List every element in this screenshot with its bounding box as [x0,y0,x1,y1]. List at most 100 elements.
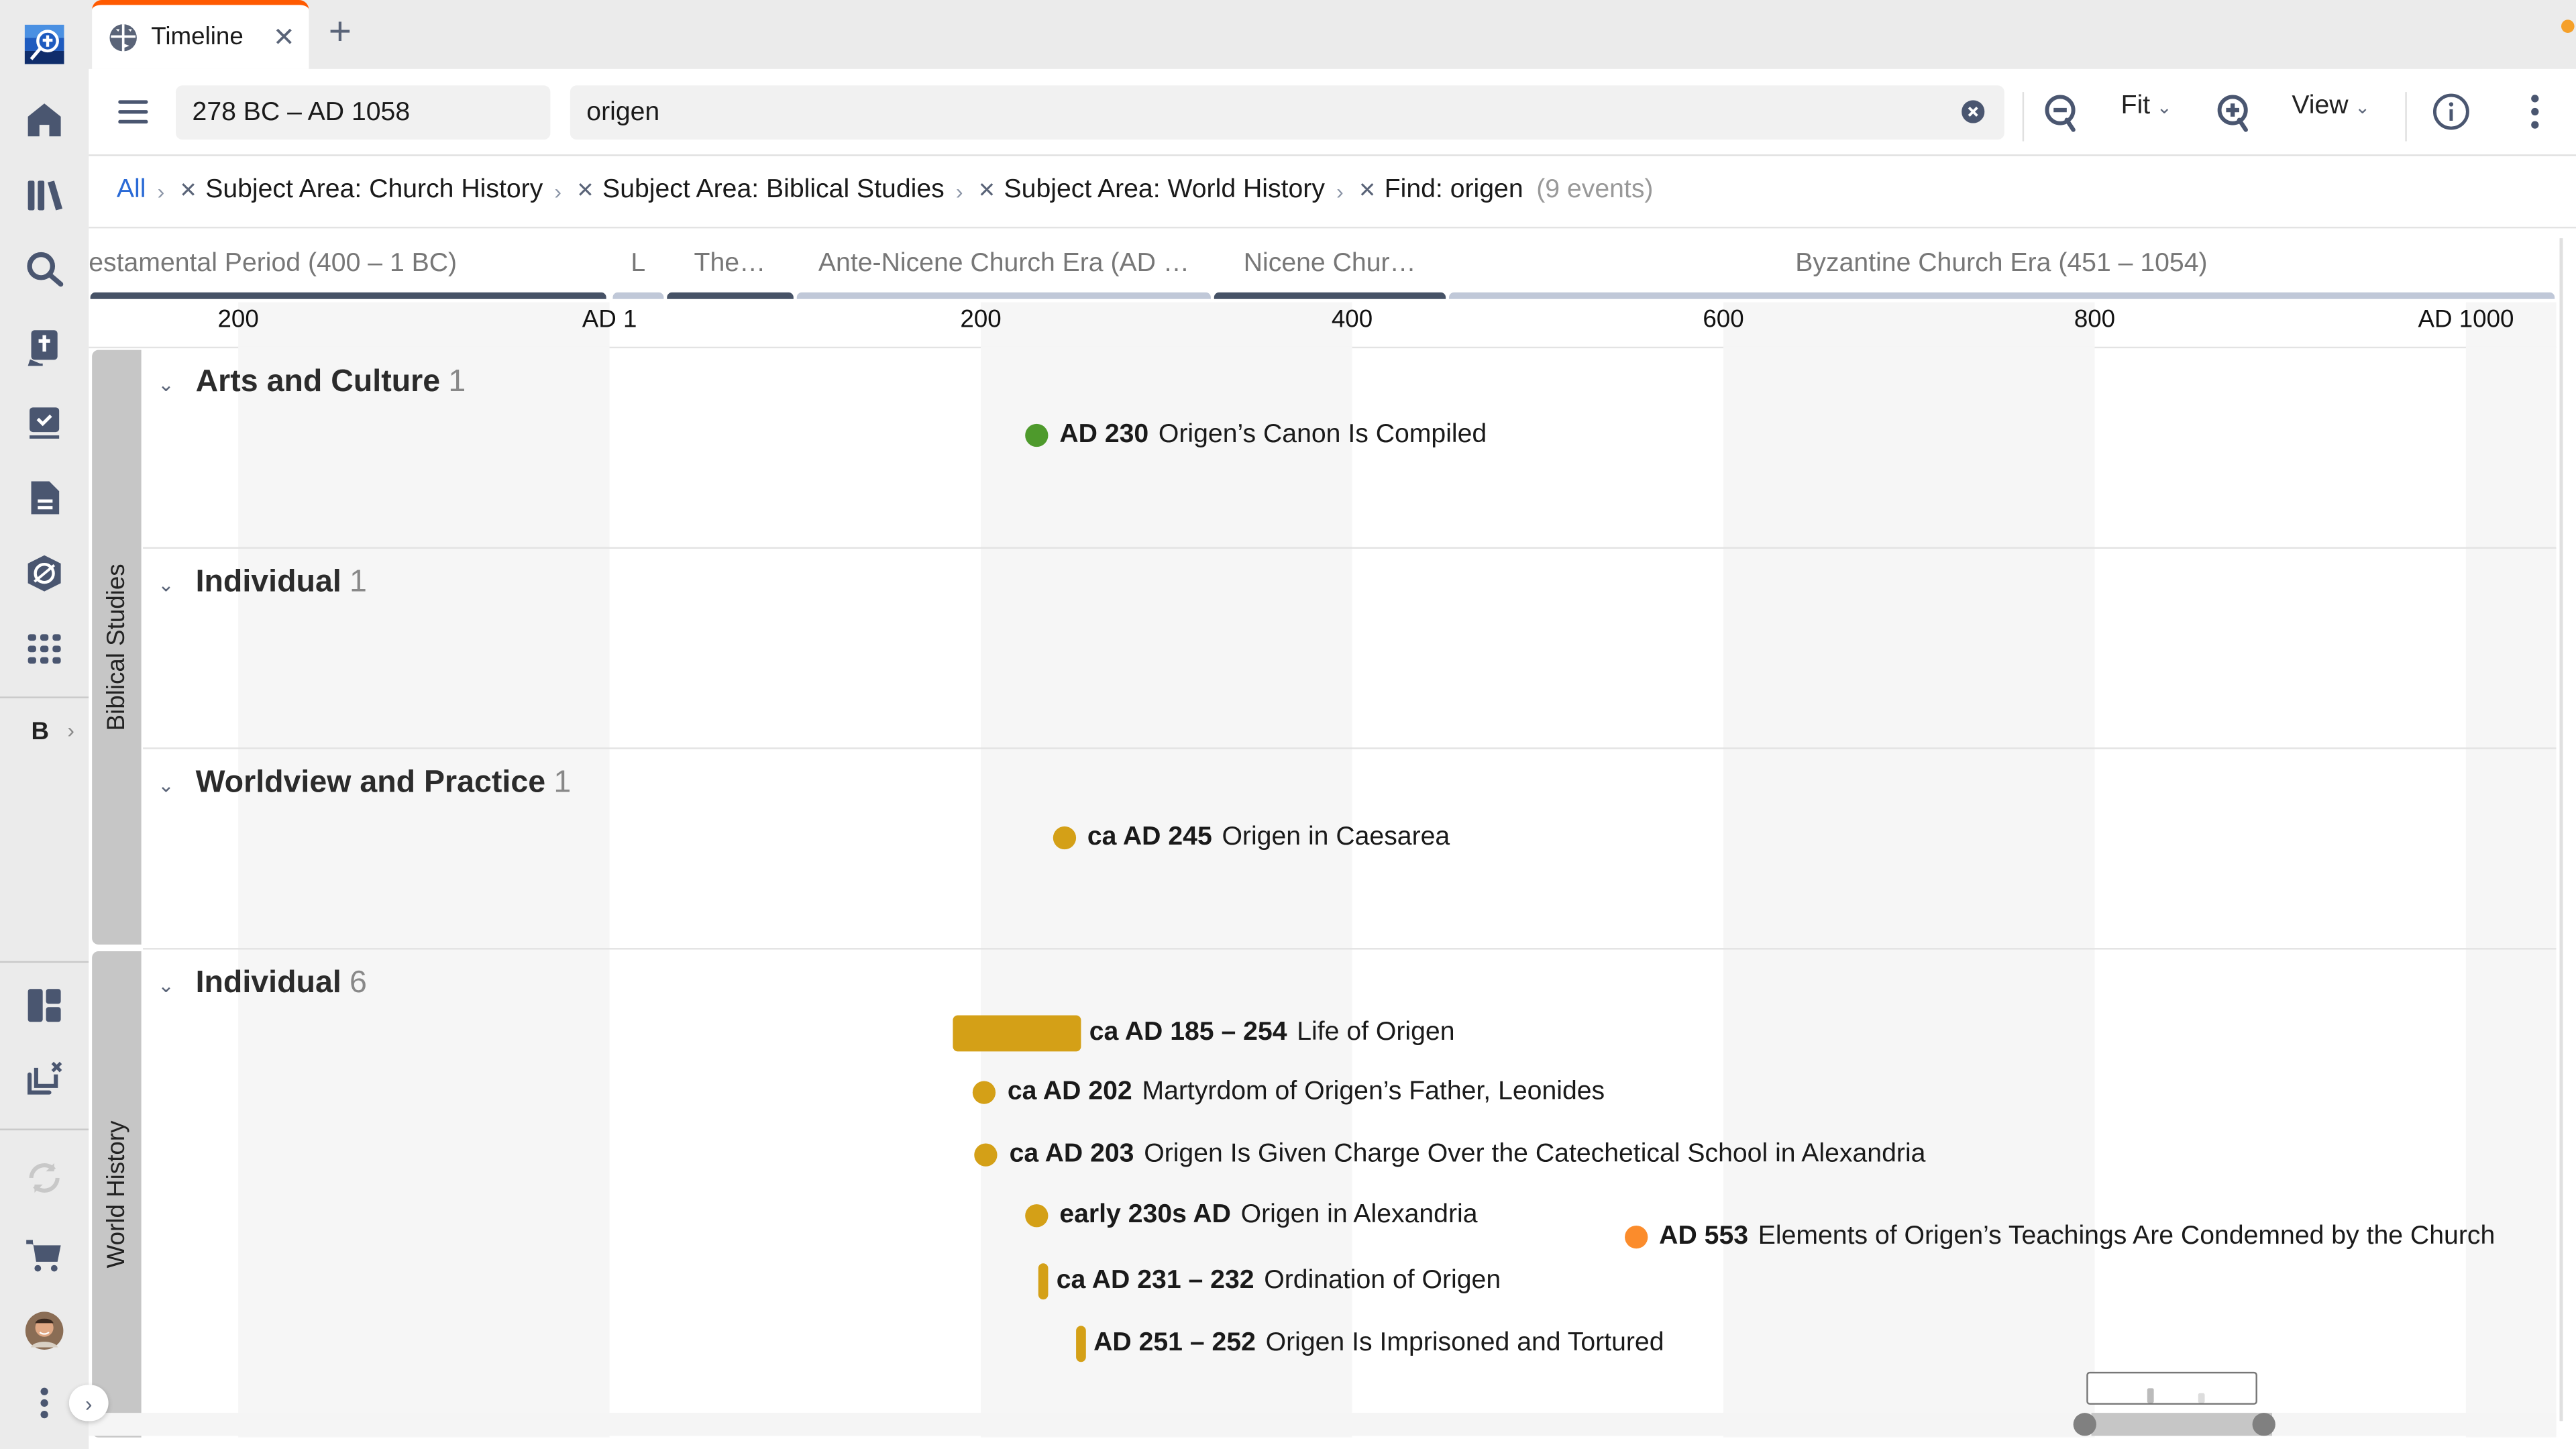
zoom-out-button[interactable] [2044,94,2080,133]
minimap-viewport[interactable] [2086,1371,2257,1405]
document-icon[interactable] [21,475,68,521]
subject-area-label[interactable]: World History [92,951,142,1438]
breadcrumb-filter[interactable]: Subject Area: Biblical Studies [602,176,945,205]
toolbar: 278 BC – AD 1058 origen Fit ⌄ View ⌄ [89,69,2576,156]
expand-rail-button[interactable]: › [68,1385,109,1421]
event-span-bar[interactable] [1038,1263,1049,1300]
app-logo-icon[interactable] [21,21,68,68]
event-date: early 230s AD [1059,1201,1231,1230]
breadcrumb-all[interactable]: All [117,176,146,205]
menu-icon[interactable] [117,95,150,128]
century-band [2465,346,2557,1438]
event-dot[interactable] [975,1142,998,1166]
breadcrumb-filter[interactable]: Subject Area: Church History [205,176,543,205]
event-dot[interactable] [973,1080,996,1104]
row-divider [143,948,2557,950]
info-icon [2432,93,2469,130]
category-header[interactable]: ⌄ Arts and Culture 1 [158,365,466,401]
layouts-icon[interactable] [21,983,68,1029]
scroll-thumb[interactable] [2091,1413,2272,1436]
search-icon[interactable] [21,246,68,292]
b-shortcut-button[interactable]: B [32,718,50,746]
remove-filter-icon[interactable]: ✕ [576,177,594,203]
vertical-scrollbar[interactable] [2559,238,2563,1421]
era-bar[interactable] [612,292,664,299]
avatar[interactable] [21,1307,68,1354]
century-band [1723,346,2095,1438]
chevron-down-icon[interactable]: ⌄ [158,974,174,997]
era-label[interactable]: Ante-Nicene Church Era (AD … [818,250,1189,279]
timeline-event[interactable]: AD 251 – 252 Origen Is Imprisoned and Tor… [1075,1326,1664,1362]
event-span-bar[interactable] [1075,1326,1085,1362]
sync-icon[interactable] [21,1155,68,1201]
era-bar[interactable] [1448,292,2555,299]
era-label[interactable]: Nicene Chur… [1244,250,1416,279]
category-header[interactable]: ⌄ Individual 6 [158,966,367,1002]
remove-filter-icon[interactable]: ✕ [978,177,996,203]
event-title: Elements of Origen’s Teachings Are Conde… [1758,1222,2496,1250]
cart-icon[interactable] [21,1232,68,1279]
scroll-handle-left[interactable] [2073,1413,2096,1436]
timeline-event[interactable]: AD 230 Origen’s Canon Is Compiled [1024,421,1487,450]
breadcrumb-filter[interactable]: Subject Area: World History [1004,176,1325,205]
event-dot[interactable] [1624,1225,1648,1249]
clear-search-icon[interactable] [1962,100,1985,123]
category-header[interactable]: ⌄ Worldview and Practice 1 [158,765,571,802]
era-bar[interactable] [1214,292,1446,299]
notification-dot[interactable] [2561,19,2575,33]
era-label[interactable]: Byzantine Church Era (451 – 1054) [1795,250,2207,279]
view-dropdown[interactable]: View ⌄ [2292,92,2370,121]
zoom-in-button[interactable] [2216,94,2253,133]
date-range-input[interactable]: 278 BC – AD 1058 [176,85,551,140]
timeline-event[interactable]: ca AD 202 Martyrdom of Origen’s Father, L… [973,1077,1605,1107]
timeline-event[interactable]: AD 553 Elements of Origen’s Teachings Are… [1624,1222,2496,1252]
expand-arrow-icon[interactable]: › [67,718,74,743]
timeline-event[interactable]: ca AD 245 Origen in Caesarea [1053,823,1450,853]
subject-area-label[interactable]: Biblical Studies [92,350,142,945]
new-tab-button[interactable]: + [329,12,352,53]
chevron-down-icon[interactable]: ⌄ [158,773,174,796]
era-label[interactable]: The… [694,250,766,279]
event-title: Martyrdom of Origen’s Father, Leonides [1142,1077,1605,1106]
era-label[interactable]: estamental Period (400 – 1 BC) [89,250,457,279]
axis-tick-label: 800 [2074,305,2116,334]
horizontal-scrollbar[interactable] [89,1371,2557,1436]
category-name: Worldview and Practice [195,765,546,800]
minimap-mark [2147,1388,2154,1403]
century-band [1723,302,2095,347]
era-bar[interactable] [90,292,606,299]
remove-filter-icon[interactable]: ✕ [1358,177,1377,203]
fit-dropdown[interactable]: Fit ⌄ [2121,92,2172,121]
category-header[interactable]: ⌄ Individual 1 [158,565,367,601]
event-dot[interactable] [1024,1205,1049,1228]
tab-timeline[interactable]: Timeline ✕ [92,0,309,69]
scroll-handle-right[interactable] [2252,1413,2275,1436]
timeline-event[interactable]: ca AD 185 – 254 Life of Origen [953,1015,1455,1052]
event-dot[interactable] [1024,423,1049,447]
reading-plan-icon[interactable] [21,399,68,445]
bible-icon[interactable] [21,323,68,370]
search-input[interactable]: origen [570,85,2004,140]
era-label[interactable]: L [631,250,645,279]
timeline-event[interactable]: ca AD 231 – 232 Ordination of Origen [1038,1263,1501,1300]
chevron-down-icon[interactable]: ⌄ [158,373,174,396]
era-bar[interactable] [796,292,1212,299]
info-button[interactable] [2432,92,2471,131]
library-icon[interactable] [21,172,68,219]
era-bar[interactable] [667,292,794,299]
more-icon[interactable] [21,1380,68,1426]
remove-filter-icon[interactable]: ✕ [179,177,197,203]
category-name: Individual [195,966,341,1001]
breadcrumb-filter[interactable]: Find: origen [1385,176,1523,205]
guides-icon[interactable] [21,550,68,596]
chevron-down-icon[interactable]: ⌄ [158,574,174,596]
timeline-event[interactable]: early 230s AD Origen in Alexandria [1024,1201,1478,1231]
tools-grid-icon[interactable] [21,626,68,672]
close-panels-icon[interactable] [21,1057,68,1103]
more-options-button[interactable] [2515,92,2555,131]
home-icon[interactable] [21,97,68,143]
close-tab-icon[interactable]: ✕ [273,21,295,54]
event-dot[interactable] [1053,826,1076,850]
event-span-bar[interactable] [953,1015,1081,1052]
timeline-event[interactable]: ca AD 203 Origen Is Given Charge Over the… [975,1140,1925,1169]
